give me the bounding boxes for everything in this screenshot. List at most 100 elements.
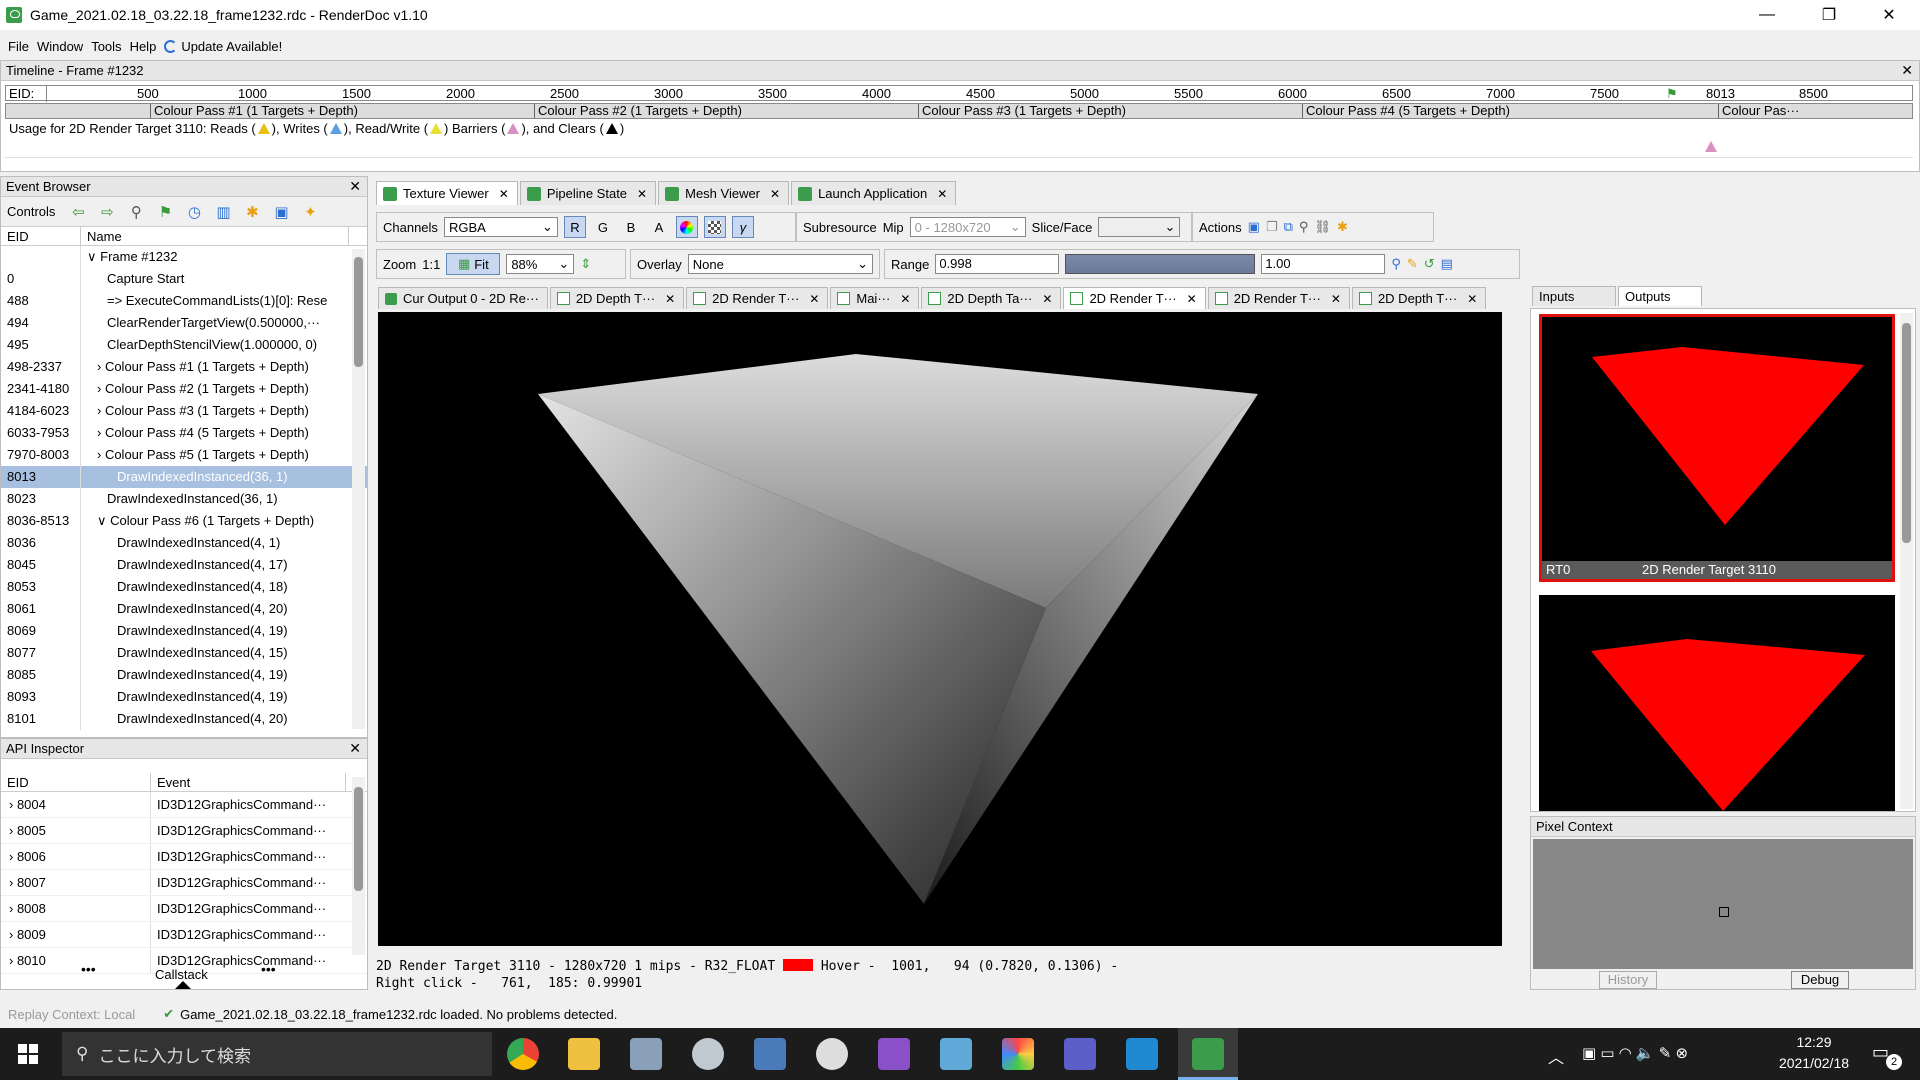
link-icon[interactable]: ⛓	[1314, 219, 1331, 235]
maximize-button[interactable]: ❐	[1806, 0, 1852, 30]
close-icon[interactable]: ✕	[1901, 62, 1913, 79]
debug-button[interactable]: Debug	[1791, 971, 1849, 989]
columns-icon[interactable]: ▥	[213, 203, 233, 221]
fit-button[interactable]: ▦ Fit	[446, 253, 501, 275]
event-row[interactable]: 498-2337 › Colour Pass #1 (1 Targets + De…	[1, 356, 367, 378]
api-row[interactable]: › 8005 ID3D12GraphicsCommand···	[1, 818, 367, 844]
close-icon[interactable]: ✕	[349, 740, 361, 757]
clock-date[interactable]: 2021/02/18	[1764, 1055, 1864, 1071]
event-row[interactable]: 488 => ExecuteCommandLists(1)[0]: Rese	[1, 290, 367, 312]
event-row[interactable]: 8053 DrawIndexedInstanced(4, 18)	[1, 576, 367, 598]
tray-icons[interactable]: ▣ ▭ ◠ 🔈 ✎ ⊗	[1582, 1044, 1688, 1062]
tab-texture-viewer[interactable]: Texture Viewer ✕	[376, 181, 518, 205]
close-icon[interactable]: ✕	[349, 178, 361, 195]
settings-icon[interactable]: ✱	[1337, 219, 1348, 235]
paint-icon[interactable]	[1002, 1038, 1034, 1070]
viewport-vscroll[interactable]	[1502, 312, 1516, 946]
event-row[interactable]: 8023 DrawIndexedInstanced(36, 1)	[1, 488, 367, 510]
range-min-input[interactable]: 0.998	[935, 254, 1060, 274]
expand-chevron-icon[interactable]: ›	[9, 875, 17, 890]
tex-tab[interactable]: 2D Render T··· ✕	[1207, 287, 1350, 309]
timeline-pass[interactable]: Colour Pass #2 (1 Targets + Depth)	[534, 104, 918, 118]
menu-file[interactable]: File	[8, 39, 29, 54]
app-icon[interactable]	[940, 1038, 972, 1070]
zoom-select[interactable]: 88% ⌄	[506, 254, 575, 274]
calculator-icon[interactable]	[754, 1038, 786, 1070]
more-icon[interactable]: •••	[261, 961, 276, 977]
event-row[interactable]: 7970-8003 › Colour Pass #5 (1 Targets + D…	[1, 444, 367, 466]
disc-icon[interactable]	[692, 1038, 724, 1070]
file-explorer-icon[interactable]	[568, 1038, 600, 1070]
timeline-ruler[interactable]: EID: 500 1000 1500 2000 2500 3000 3500 4…	[5, 85, 1913, 102]
find-icon[interactable]: ⚲	[126, 203, 146, 221]
windows-start-icon[interactable]	[18, 1044, 38, 1064]
api-row[interactable]: › 8006 ID3D12GraphicsCommand···	[1, 844, 367, 870]
menu-tools[interactable]: Tools	[91, 39, 121, 54]
update-available-link[interactable]: Update Available!	[164, 39, 282, 54]
mip-select[interactable]: 0 - 1280x720 ⌄	[909, 217, 1026, 237]
expand-chevron-icon[interactable]: ›	[9, 823, 17, 838]
tex-tab[interactable]: Mai··· ✕	[830, 287, 920, 309]
api-row[interactable]: › 8007 ID3D12GraphicsCommand···	[1, 870, 367, 896]
back-arrow-icon[interactable]: ⇦	[68, 203, 88, 221]
range-histogram[interactable]	[1065, 254, 1256, 274]
renderdoc-task[interactable]	[1178, 1028, 1238, 1080]
event-row[interactable]: 8036-8513 ∨ Colour Pass #6 (1 Targets + D…	[1, 510, 367, 532]
timeline-cursor[interactable]	[46, 86, 47, 102]
expand-up-icon[interactable]	[175, 981, 191, 989]
close-icon[interactable]: ✕	[770, 187, 780, 201]
callstack-toggle[interactable]: Callstack	[155, 967, 208, 982]
tab-launch-application[interactable]: Launch Application ✕	[791, 181, 957, 205]
close-icon[interactable]: ✕	[900, 292, 910, 306]
vscode-icon[interactable]	[1126, 1038, 1158, 1070]
save-texture-icon[interactable]: ▣	[1248, 219, 1260, 235]
scroll-thumb[interactable]	[354, 787, 363, 891]
tex-tab[interactable]: 2D Depth T··· ✕	[549, 287, 685, 309]
range-max-input[interactable]: 1.00	[1261, 254, 1386, 274]
autofit-icon[interactable]: ✎	[1407, 256, 1418, 272]
bookmark-flag-icon[interactable]: ⚑	[155, 203, 175, 221]
overlay-select[interactable]: None ⌄	[687, 254, 873, 274]
event-row[interactable]: 8085 DrawIndexedInstanced(4, 19)	[1, 664, 367, 686]
close-icon[interactable]: ✕	[1331, 292, 1341, 306]
api-row[interactable]: › 8004 ID3D12GraphicsCommand···	[1, 792, 367, 818]
close-icon[interactable]: ✕	[1467, 292, 1477, 306]
forward-arrow-icon[interactable]: ⇨	[97, 203, 117, 221]
menu-help[interactable]: Help	[130, 39, 157, 54]
event-row[interactable]: 0 Capture Start	[1, 268, 367, 290]
close-icon[interactable]: ✕	[809, 292, 819, 306]
find-icon[interactable]: ⚲	[1299, 219, 1309, 235]
tex-tab[interactable]: Cur Output 0 - 2D Re···	[378, 287, 548, 309]
visual-studio-icon[interactable]	[878, 1038, 910, 1070]
expand-chevron-icon[interactable]: ›	[9, 953, 17, 968]
expand-chevron-icon[interactable]: ›	[9, 901, 17, 916]
tab-mesh-viewer[interactable]: Mesh Viewer ✕	[658, 181, 790, 205]
copy-icon[interactable]: ❐	[1266, 219, 1278, 235]
close-icon[interactable]: ✕	[637, 187, 647, 201]
event-row[interactable]: 494 ClearRenderTargetView(0.500000,···	[1, 312, 367, 334]
tex-tab-active[interactable]: 2D Render T··· ✕	[1063, 287, 1206, 309]
event-row[interactable]: 8077 DrawIndexedInstanced(4, 15)	[1, 642, 367, 664]
app-icon[interactable]	[630, 1038, 662, 1070]
unreal-engine-icon[interactable]	[816, 1038, 848, 1070]
tex-tab[interactable]: 2D Depth T··· ✕	[1351, 287, 1487, 309]
chrome-icon[interactable]	[507, 1038, 539, 1070]
channels-select[interactable]: RGBA ⌄	[443, 217, 558, 237]
event-row[interactable]: 4184-6023 › Colour Pass #3 (1 Targets + D…	[1, 400, 367, 422]
menu-window[interactable]: Window	[37, 39, 83, 54]
zoom-1to1-button[interactable]: 1:1	[422, 257, 440, 272]
scroll-thumb[interactable]	[1902, 323, 1911, 543]
history-button[interactable]: History	[1599, 971, 1657, 989]
event-row[interactable]: 8069 DrawIndexedInstanced(4, 19)	[1, 620, 367, 642]
close-icon[interactable]: ✕	[499, 187, 509, 201]
expand-chevron-icon[interactable]: ›	[9, 797, 17, 812]
api-row[interactable]: › 8008 ID3D12GraphicsCommand···	[1, 896, 367, 922]
timeline-pass[interactable]: Colour Pass #4 (5 Targets + Depth)	[1302, 104, 1708, 118]
event-row[interactable]: 2341-4180 › Colour Pass #2 (1 Targets + D…	[1, 378, 367, 400]
event-row[interactable]: 8101 DrawIndexedInstanced(4, 20)	[1, 708, 367, 730]
checkerboard-icon[interactable]	[703, 216, 726, 238]
histogram-icon[interactable]: ▤	[1441, 256, 1453, 272]
expand-chevron-icon[interactable]: ›	[9, 849, 17, 864]
event-row[interactable]: ∨ Frame #1232	[1, 246, 367, 268]
event-row[interactable]: 8036 DrawIndexedInstanced(4, 1)	[1, 532, 367, 554]
